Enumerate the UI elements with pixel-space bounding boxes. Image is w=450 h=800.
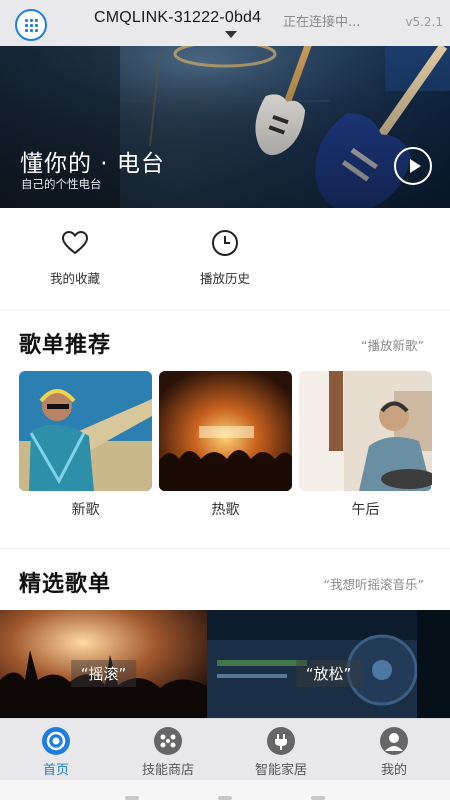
tab-smart-home[interactable]: 智能家居 (231, 727, 331, 778)
history-label: 播放历史 (199, 271, 250, 286)
user-icon (380, 727, 408, 755)
top-header: CMQLINK-31222-0bd4 正在连接中... v5.2.1 (0, 0, 450, 46)
divider (0, 310, 450, 311)
featured-voice-hint[interactable]: “我想听摇滚音乐” (324, 574, 424, 593)
tab-label-home: 首页 (42, 763, 69, 778)
recommend-title: 歌单推荐 (19, 333, 112, 358)
tab-profile[interactable]: 我的 (344, 727, 444, 778)
radio-hero-banner[interactable]: 懂你的 · 电台 自己的个性电台 (0, 46, 450, 208)
relax-label: “放松” (295, 660, 362, 687)
store-icon (154, 727, 182, 755)
dropdown-arrow-icon[interactable] (225, 31, 237, 38)
device-name[interactable]: CMQLINK-31222-0bd4 (94, 9, 261, 27)
nav-home-indicator (218, 796, 232, 800)
clock-icon (212, 230, 238, 256)
play-icon (409, 159, 421, 173)
hero-title: 懂你的 · 电台 (20, 151, 165, 177)
playlist-tile-afternoon[interactable] (299, 371, 432, 491)
divider (0, 548, 450, 549)
playlist-tile-hot[interactable] (159, 371, 292, 491)
app-screen: CMQLINK-31222-0bd4 正在连接中... v5.2.1 懂你的 ·… (0, 0, 450, 800)
grid-icon (24, 18, 38, 32)
nav-recent-indicator (125, 796, 139, 800)
recommend-voice-hint[interactable]: “播放新歌” (361, 335, 424, 354)
playlist-label-afternoon: 午后 (351, 502, 380, 518)
tab-label-smart-home: 智能家居 (254, 763, 307, 778)
playlist-tile-new[interactable] (19, 371, 152, 491)
featured-relax-banner[interactable]: “放松” (207, 610, 450, 718)
nav-back-indicator (311, 796, 325, 800)
tab-label-profile: 我的 (380, 763, 407, 778)
bottom-tab-bar: 首页 技能商店 智能家居 我的 (0, 718, 450, 780)
hot-songs-cover (159, 371, 292, 491)
tab-home[interactable]: 首页 (6, 727, 106, 778)
home-icon (42, 727, 70, 755)
tab-skill-store[interactable]: 技能商店 (118, 727, 218, 778)
favorites-button[interactable]: 我的收藏 (25, 228, 125, 287)
device-menu-button[interactable] (15, 9, 47, 41)
tab-label-store: 技能商店 (141, 763, 194, 778)
heart-icon (61, 230, 89, 255)
plug-icon (267, 727, 295, 755)
playlist-label-new: 新歌 (71, 502, 100, 518)
connection-status: 正在连接中... (283, 15, 361, 30)
playlist-label-hot: 热歌 (211, 502, 240, 518)
app-version: v5.2.1 (405, 15, 443, 29)
new-songs-cover (19, 371, 152, 491)
play-button[interactable] (394, 147, 432, 185)
featured-rock-banner[interactable]: “摇滚” (0, 610, 207, 718)
featured-title: 精选歌单 (19, 572, 112, 597)
afternoon-cover (299, 371, 432, 491)
hero-subtitle: 自己的个性电台 (21, 177, 102, 191)
quick-actions: 我的收藏 播放历史 (0, 208, 450, 310)
rock-label: “摇滚” (70, 660, 137, 687)
favorites-label: 我的收藏 (49, 271, 100, 286)
system-nav-bar (0, 780, 450, 800)
history-button[interactable]: 播放历史 (175, 228, 275, 287)
